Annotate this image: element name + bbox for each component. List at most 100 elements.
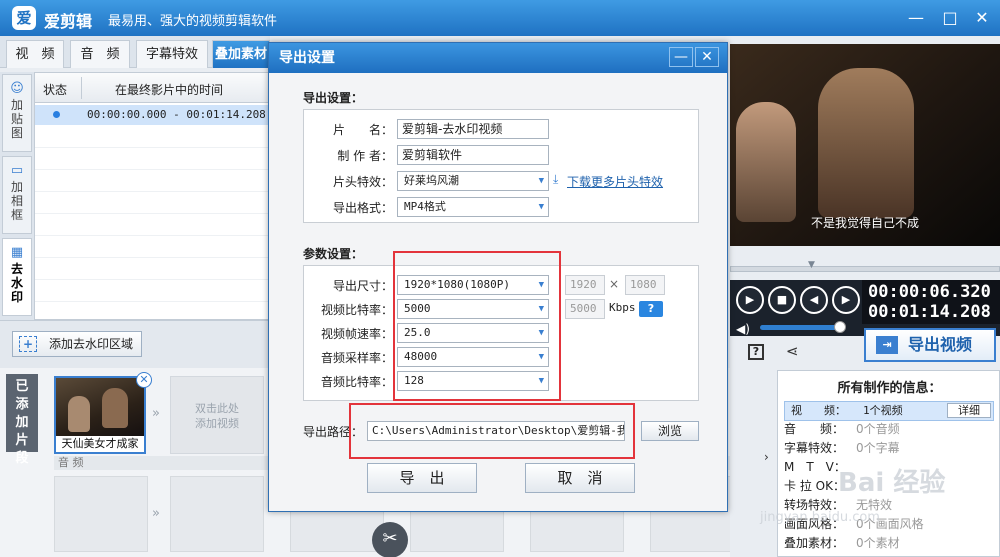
minimize-icon[interactable]: — <box>904 6 928 30</box>
volume-slider[interactable] <box>760 325 840 330</box>
bitrate-input[interactable]: 5000 <box>565 299 605 319</box>
column-divider <box>81 77 82 99</box>
status-dot-icon <box>53 111 60 118</box>
field-label: 片 名： <box>332 123 393 137</box>
timecode-display: 00:00:06.320 00:01:14.208 <box>862 280 1000 324</box>
smiley-icon: ☺ <box>10 81 24 96</box>
clip-thumbnail[interactable]: 天仙美女才成家 <box>54 376 146 454</box>
tab-audio[interactable]: 音 频 <box>70 40 130 68</box>
seek-track[interactable] <box>730 266 1000 272</box>
times-icon: × <box>609 277 620 291</box>
chevron-right-icon: » <box>152 406 160 421</box>
table-row[interactable]: 00:00:00.000 - 00:01:14.208 <box>35 105 269 125</box>
thumbnail-figure <box>68 396 90 432</box>
chevron-right-icon: » <box>152 506 160 521</box>
highlight-box-params <box>393 251 561 401</box>
field-label: 导出尺寸： <box>332 279 393 293</box>
side-tab-column: ☺ 加贴图 ▭ 加相框 ▦ 去水印 <box>0 72 34 320</box>
help-icon[interactable]: ? <box>748 344 764 360</box>
export-settings-dialog: 导出设置 — ✕ 导出设置： 片 名： 爱剪辑-去水印视频 制 作 者： 爱剪辑… <box>268 42 728 512</box>
share-icon[interactable]: ⋖ <box>786 342 799 360</box>
tab-overlay[interactable]: 叠加素材 <box>212 40 270 68</box>
width-input[interactable]: 1920 <box>565 275 605 295</box>
sidetab-remove-watermark[interactable]: ▦ 去水印 <box>2 238 32 316</box>
sidetab-label: 加相框 <box>10 180 23 222</box>
field-label: 导出格式： <box>332 201 393 215</box>
select-value: MP4格式 <box>404 200 446 213</box>
seek-marker-icon[interactable]: ▼ <box>808 260 816 270</box>
export-format-select[interactable]: MP4格式 ▼ <box>397 197 549 217</box>
field-label: 视频比特率： <box>320 303 393 317</box>
info-key: 视 频： <box>791 404 846 417</box>
field-label: 片头特效： <box>332 175 393 189</box>
row-time-range: 00:00:00.000 - 00:01:14.208 <box>87 108 266 121</box>
sidetab-add-sticker[interactable]: ☺ 加贴图 <box>2 74 32 152</box>
chevron-down-icon: ▼ <box>538 176 544 186</box>
field-label: 音频采样率： <box>320 351 393 365</box>
app-logo-icon: 爱 <box>12 6 36 30</box>
export-button[interactable]: 导 出 <box>367 463 477 493</box>
help-question-icon[interactable]: ? <box>639 301 663 317</box>
thumbnail-figure <box>102 388 128 428</box>
download-more-effects-link[interactable]: 下载更多片头特效 <box>567 173 663 190</box>
sidetab-add-frame[interactable]: ▭ 加相框 <box>2 156 32 234</box>
remove-clip-icon[interactable]: ✕ <box>136 372 152 388</box>
title-bar: 爱 爱剪辑 最易用、强大的视频剪辑软件 — □ ✕ <box>0 0 1000 36</box>
tab-video[interactable]: 视 频 <box>6 40 64 68</box>
info-value: 1个视频 <box>863 404 903 417</box>
add-region-icon: + <box>19 336 37 352</box>
baidu-watermark: Bai 经验 <box>838 468 946 498</box>
export-section-label: 导出设置： <box>303 91 364 105</box>
play-icon[interactable]: ▶ <box>736 286 764 314</box>
select-value: 好莱坞风潮 <box>404 174 459 187</box>
dialog-minimize-icon[interactable]: — <box>669 47 693 67</box>
height-input[interactable]: 1080 <box>625 275 665 295</box>
maximize-icon[interactable]: □ <box>938 6 962 30</box>
prev-frame-icon[interactable]: ◀ <box>800 286 828 314</box>
time-total: 00:01:14.208 <box>868 302 991 322</box>
cancel-button[interactable]: 取 消 <box>525 463 635 493</box>
stop-icon[interactable]: ■ <box>768 286 796 314</box>
add-watermark-region-button[interactable]: + 添加去水印区域 <box>12 331 142 357</box>
detail-button[interactable]: 详细 <box>947 403 991 418</box>
playback-controls: ▶ ■ ◀ ▶ 00:00:06.320 00:01:14.208 ◀) <box>730 280 1000 336</box>
watermark-toolbar: + 添加去水印区域 <box>0 320 270 368</box>
highlight-box-path <box>349 403 635 459</box>
next-frame-icon[interactable]: ▶ <box>832 286 860 314</box>
export-video-label: 导出视频 <box>908 335 973 354</box>
frame-icon: ▭ <box>10 163 24 178</box>
audio-slot[interactable] <box>54 476 148 552</box>
video-preview[interactable]: 不是我觉得自己不成 <box>730 44 1000 246</box>
tab-bar: 视 频 音 频 字幕特效 叠加素材 <box>0 36 270 68</box>
row-divider <box>35 147 269 148</box>
added-clips-text: 已添加片段 <box>15 379 29 466</box>
info-row-video[interactable]: 视 频： 1个视频 详细 <box>784 401 994 421</box>
row-divider <box>35 191 269 192</box>
volume-knob[interactable] <box>834 321 846 333</box>
row-divider <box>35 169 269 170</box>
seek-bar[interactable]: ▼ <box>730 248 1000 278</box>
author-input[interactable]: 爱剪辑软件 <box>397 145 549 165</box>
close-icon[interactable]: ✕ <box>970 6 994 30</box>
placeholder-line: 双击此处 <box>195 402 239 415</box>
download-icon[interactable]: ⤓ <box>553 172 558 187</box>
tab-subtitles[interactable]: 字幕特效 <box>136 40 208 68</box>
row-divider <box>35 235 269 236</box>
preview-figure <box>818 68 914 218</box>
placeholder-text: 双击此处 添加视频 <box>171 377 263 431</box>
volume-icon[interactable]: ◀) <box>736 322 750 336</box>
browse-button[interactable]: 浏览 <box>641 421 699 441</box>
app-slogan: 最易用、强大的视频剪辑软件 <box>108 14 278 29</box>
clip-placeholder[interactable]: 双击此处 添加视频 <box>170 376 264 454</box>
export-video-button[interactable]: ⇥ 导出视频 <box>864 328 996 362</box>
dialog-close-icon[interactable]: ✕ <box>695 47 719 67</box>
chevron-right-icon[interactable]: › <box>764 450 774 474</box>
row-divider <box>35 301 269 302</box>
audio-slot[interactable] <box>170 476 264 552</box>
info-value: 0个字幕 <box>856 441 900 455</box>
video-title-input[interactable]: 爱剪辑-去水印视频 <box>397 119 549 139</box>
field-label: 音频比特率： <box>320 375 393 389</box>
scissors-button[interactable]: ✂ <box>372 522 408 557</box>
clip-thumbnail-image <box>56 378 144 436</box>
intro-effect-select[interactable]: 好莱坞风潮 ▼ <box>397 171 549 191</box>
